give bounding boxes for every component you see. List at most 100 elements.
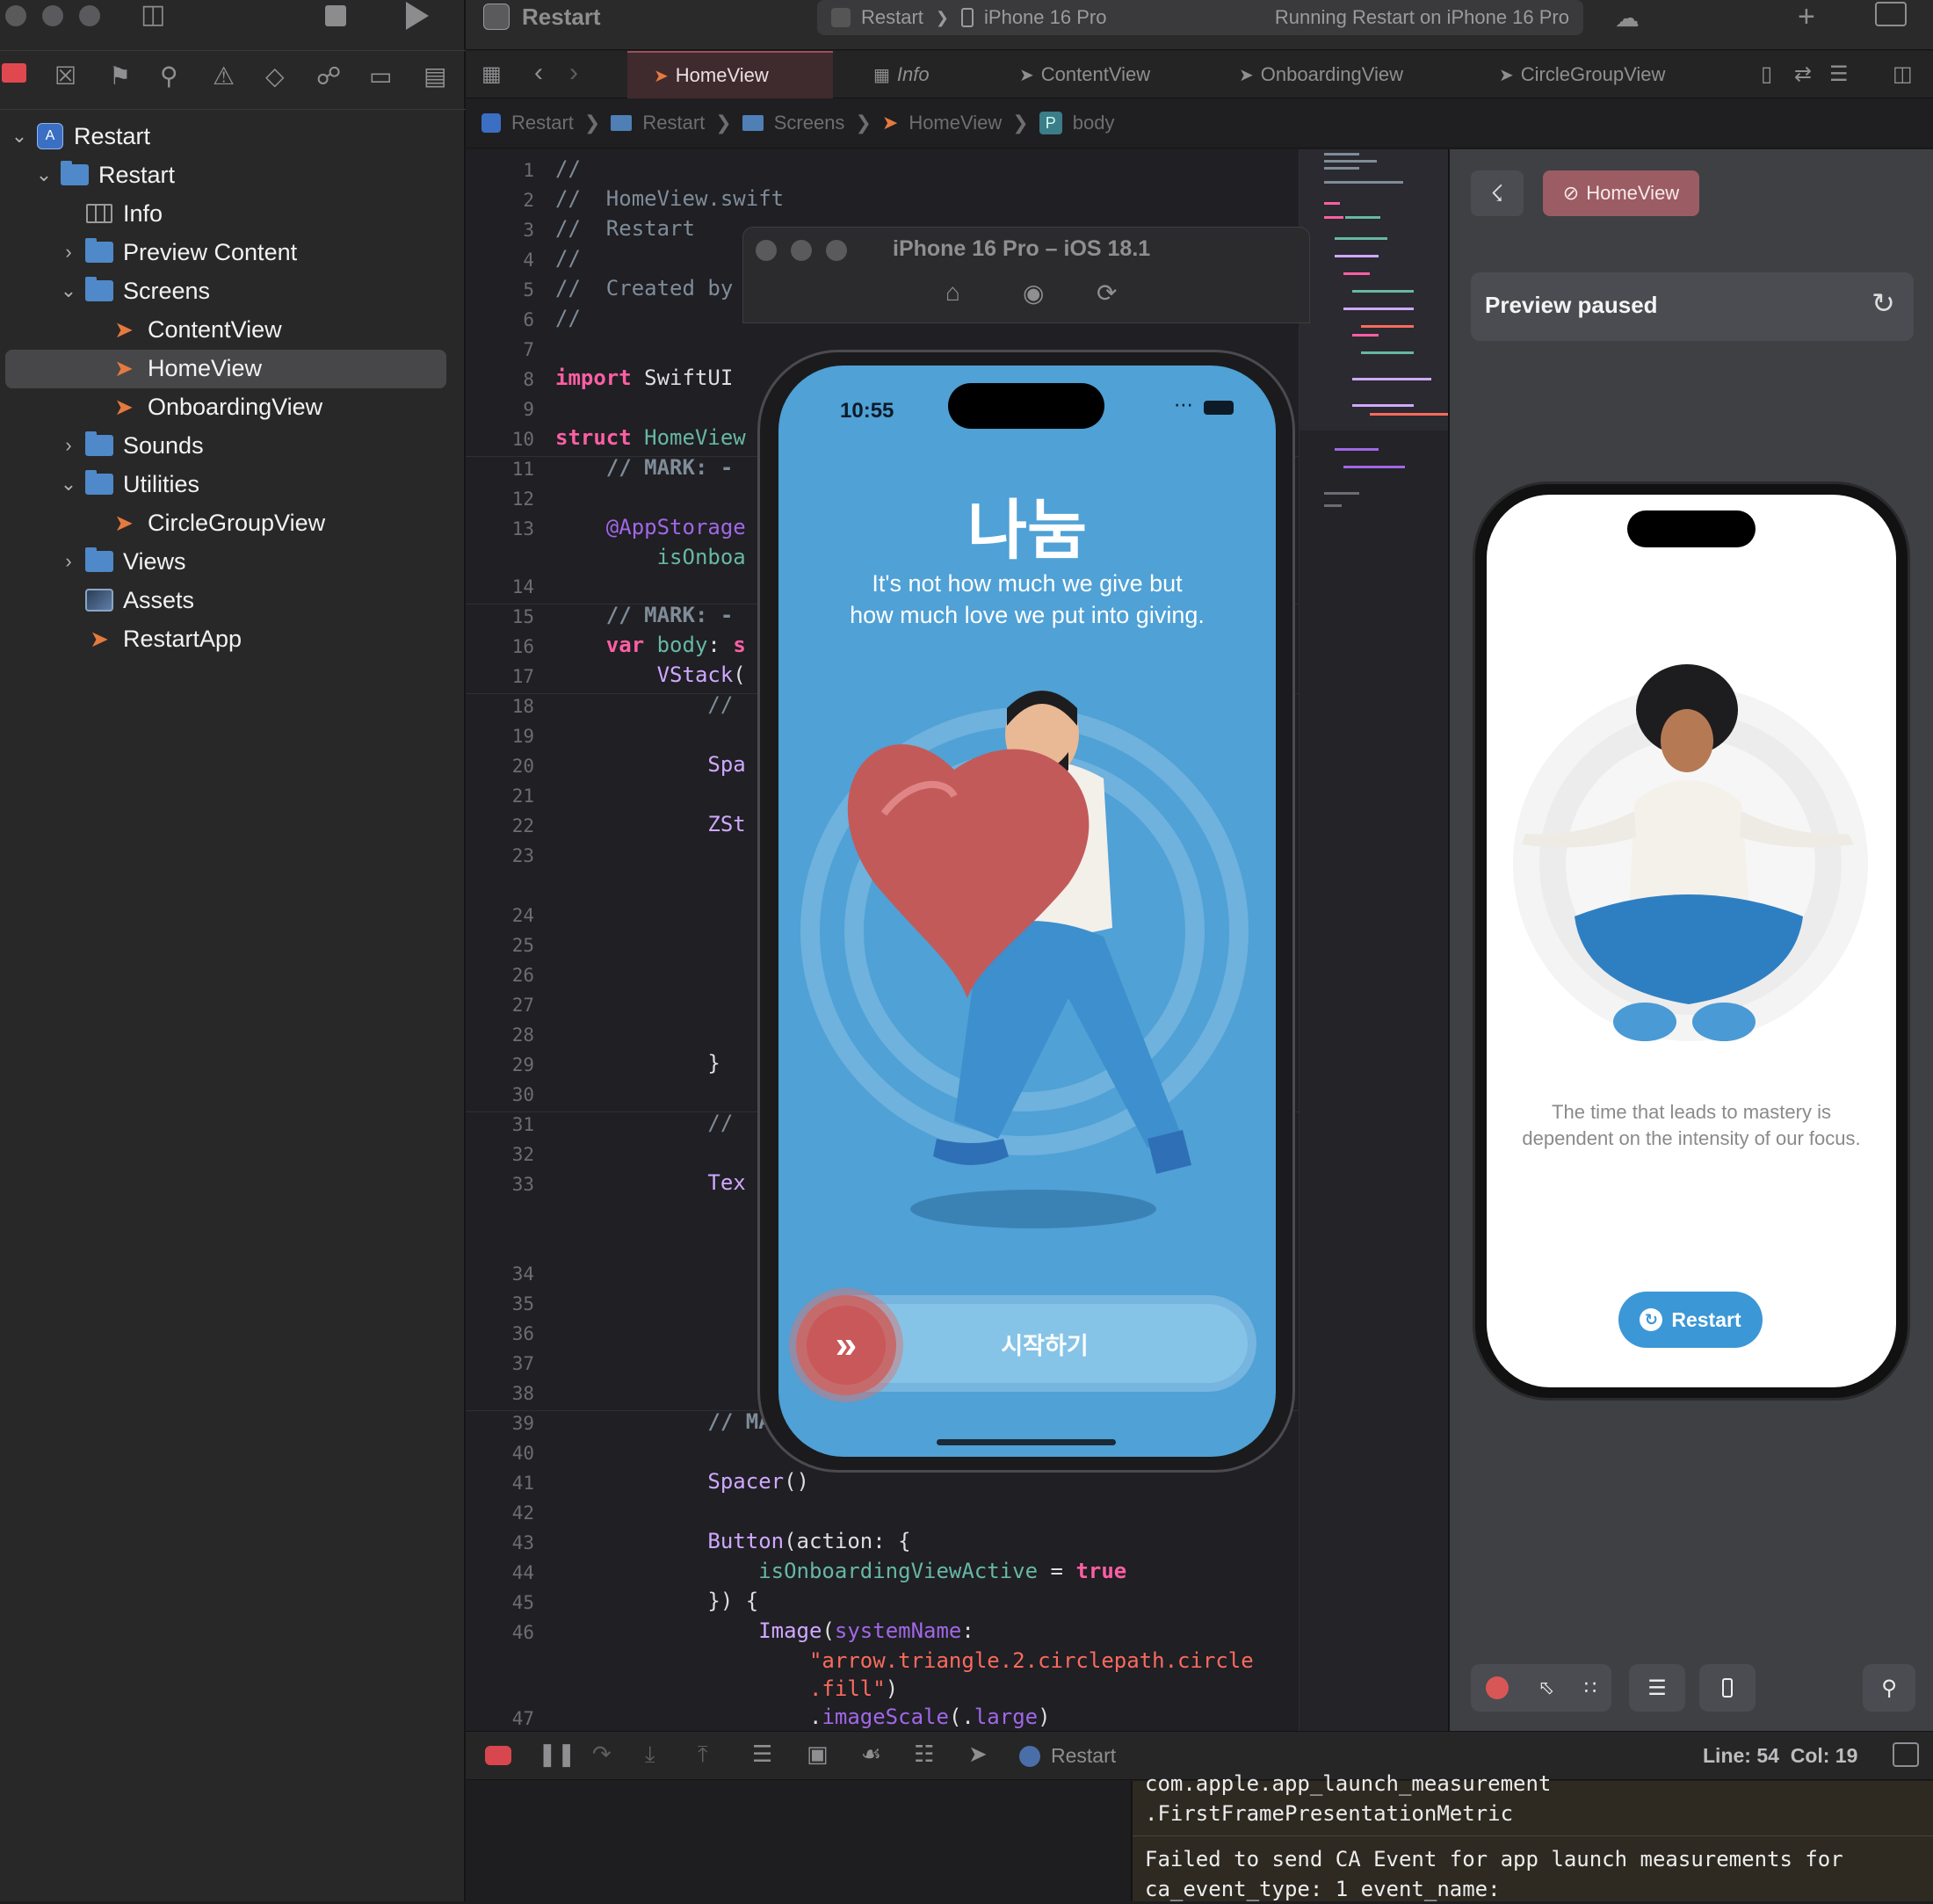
sim-zoom-button[interactable] (826, 240, 847, 261)
console-output[interactable]: com.apple.app_launch_measurement .FirstF… (1131, 1771, 1933, 1901)
code-line[interactable]: // MARK: - (555, 455, 734, 480)
zoom-window-button[interactable] (79, 5, 100, 26)
device-settings-icon[interactable]: ☰ (1629, 1664, 1685, 1712)
code-line[interactable]: // (555, 246, 581, 271)
code-line[interactable]: // MA (555, 1409, 771, 1434)
code-line[interactable]: struct HomeView (555, 425, 746, 450)
3d-layers-icon[interactable]: ▣ (807, 1741, 829, 1768)
view-hierarchy-icon[interactable]: ☰ (752, 1741, 772, 1768)
code-line[interactable]: Tex (555, 1170, 745, 1195)
zoom-search-icon[interactable]: ⚲ (1863, 1664, 1915, 1712)
code-line[interactable]: Spacer() (555, 1469, 809, 1494)
pause-icon[interactable]: ❚❚ (538, 1741, 576, 1768)
code-line[interactable]: VStack( (555, 662, 746, 687)
stop-icon[interactable] (325, 5, 346, 26)
navigator-item-restart[interactable]: ⌄ Restart (0, 156, 466, 193)
code-line[interactable]: isOnboardingViewActive = true (555, 1559, 1126, 1583)
debug-spray-icon[interactable]: ☍ (316, 62, 341, 90)
rotate-icon[interactable]: ⟳ (1097, 279, 1117, 308)
navigator-item-sounds[interactable]: › Sounds (0, 427, 466, 464)
test-diamond-icon[interactable]: ◇ (265, 62, 285, 90)
source-control-icon[interactable]: ☒ (54, 62, 76, 90)
code-line[interactable]: "arrow.triangle.2.circlepath.circle (555, 1648, 1254, 1673)
tab-homeview[interactable]: ➤ HomeView (627, 51, 833, 98)
select-cursor-icon[interactable]: ⬁ (1538, 1676, 1554, 1699)
chevron-right-icon[interactable]: › (58, 241, 79, 264)
scheme-name[interactable]: Restart (861, 6, 923, 29)
code-line[interactable]: .imageScale(.large) (555, 1705, 1051, 1729)
code-line[interactable]: // (555, 1111, 733, 1135)
tab-onboardingview[interactable]: ➤ OnboardingView (1239, 51, 1403, 98)
breadcrumb-item[interactable]: body (1073, 112, 1115, 134)
code-line[interactable]: var body: s (555, 633, 746, 657)
start-slider-knob[interactable]: » (796, 1295, 896, 1395)
step-into-icon[interactable]: ⤓ (645, 1741, 655, 1769)
chevron-right-icon[interactable]: › (58, 434, 79, 457)
grid-icon[interactable]: ▦ (481, 62, 502, 87)
code-line[interactable]: Image(systemName: (555, 1618, 974, 1643)
chevron-right-icon[interactable]: › (58, 550, 79, 573)
memory-graph-icon[interactable]: ☙ (861, 1741, 881, 1768)
run-icon[interactable] (406, 2, 429, 30)
cloud-icon[interactable]: ☁ (1615, 4, 1640, 33)
navigator-item-onboardingview[interactable]: ➤ OnboardingView (0, 388, 466, 425)
chevron-down-icon[interactable]: ⌄ (58, 279, 79, 302)
minimize-window-button[interactable] (42, 5, 63, 26)
breadcrumb-item[interactable]: Restart (511, 112, 574, 134)
preview-screen[interactable]: The time that leads to mastery is depend… (1487, 495, 1896, 1387)
sim-close-button[interactable] (756, 240, 777, 261)
breakpoint-icon[interactable]: ▭ (369, 62, 392, 90)
step-out-icon[interactable]: ⤒ (698, 1741, 708, 1769)
add-icon[interactable]: + (1798, 0, 1815, 34)
navigator-item-preview-content[interactable]: › Preview Content (0, 234, 466, 271)
split-editor-icon[interactable]: ◫ (1893, 62, 1913, 87)
device-name[interactable]: iPhone 16 Pro (984, 6, 1106, 29)
chevron-down-icon[interactable]: ⌄ (9, 125, 30, 148)
simulator-screen[interactable]: 10:55 ⋯ 나눔 It's not how much we give but… (778, 366, 1276, 1457)
back-chevron-icon[interactable]: ‹ (534, 58, 543, 88)
code-line[interactable]: .fill") (555, 1676, 898, 1701)
code-line[interactable]: // MARK: - (555, 603, 734, 627)
console-toggle-icon[interactable] (1893, 1742, 1919, 1767)
code-line[interactable]: } (555, 1051, 720, 1075)
code-line[interactable]: import SwiftUI (555, 366, 733, 390)
navigator-item-info[interactable]: Info (0, 195, 466, 232)
chevron-down-icon[interactable]: ⌄ (33, 163, 54, 186)
environment-overrides-icon[interactable]: ☷ (914, 1741, 934, 1768)
breadcrumb-item[interactable]: HomeView (909, 112, 1002, 134)
home-icon[interactable]: ⌂ (945, 279, 960, 307)
pin-icon[interactable]: ☇ (1471, 170, 1524, 216)
navigator-item-homeview[interactable]: ➤ HomeView (0, 350, 466, 387)
variants-grid-icon[interactable]: ∷ (1584, 1676, 1596, 1699)
scheme-status-box[interactable]: Restart ❯ iPhone 16 Pro Running Restart … (817, 0, 1583, 35)
navigator-item-views[interactable]: › Views (0, 543, 466, 580)
close-window-button[interactable] (5, 5, 26, 26)
navigator-item-contentview[interactable]: ➤ ContentView (0, 311, 466, 348)
code-line[interactable]: // (555, 306, 581, 330)
debug-target-label[interactable]: Restart (1051, 1744, 1116, 1768)
search-icon[interactable]: ⚲ (160, 62, 178, 90)
inspector-toggle-icon[interactable] (1875, 2, 1907, 26)
location-arrow-icon[interactable]: ➤ (968, 1741, 988, 1768)
code-line[interactable]: ZSt (555, 812, 745, 836)
folder-navigator-icon[interactable] (2, 63, 26, 83)
device-picker-icon[interactable] (1699, 1664, 1756, 1712)
bookmark-icon[interactable]: ⚑ (109, 62, 131, 90)
hide-debug-area-icon[interactable] (485, 1746, 511, 1765)
navigator-item-assets[interactable]: Assets (0, 582, 466, 619)
code-line[interactable]: isOnboa (555, 545, 746, 569)
breadcrumb-item[interactable]: Restart (642, 112, 705, 134)
related-items-icon[interactable]: ▯ (1761, 62, 1772, 87)
navigator-item-utilities[interactable]: ⌄ Utilities (0, 466, 466, 503)
code-line[interactable]: // (555, 692, 733, 717)
homeview-preview-chip[interactable]: ⊘ HomeView (1543, 170, 1699, 216)
report-icon[interactable]: ▤ (424, 62, 446, 90)
screenshot-camera-icon[interactable]: ◉ (1023, 279, 1044, 308)
breadcrumb-item[interactable]: Screens (774, 112, 845, 134)
forward-chevron-icon[interactable]: › (569, 58, 578, 88)
navigator-item-restartapp[interactable]: ➤ RestartApp (0, 620, 466, 657)
navigator-item-restart[interactable]: ⌄ A Restart (0, 118, 466, 155)
code-line[interactable]: @AppStorage (555, 515, 746, 539)
navigator-item-screens[interactable]: ⌄ Screens (0, 272, 466, 309)
navigator-item-circlegroupview[interactable]: ➤ CircleGroupView (0, 504, 466, 541)
